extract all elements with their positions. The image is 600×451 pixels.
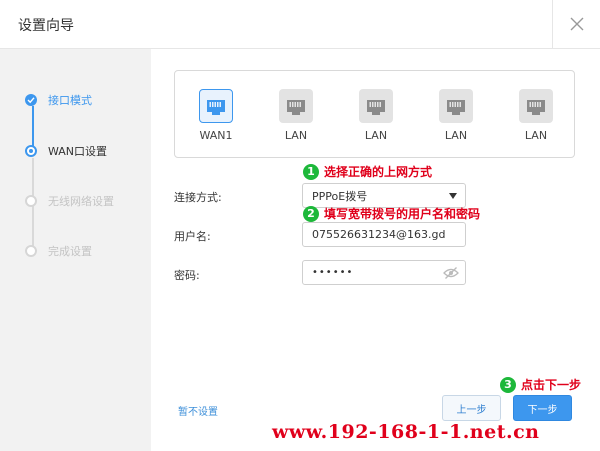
step-label: 完成设置 xyxy=(48,245,92,258)
step-label: 无线网络设置 xyxy=(48,195,114,208)
port-lan2[interactable]: LAN xyxy=(356,89,396,142)
close-button[interactable] xyxy=(552,0,600,48)
port-lan4[interactable]: LAN xyxy=(516,89,556,142)
annotation-text: 点击下一步 xyxy=(521,378,582,392)
password-input[interactable]: •••••• xyxy=(302,260,466,285)
step-wan-settings[interactable]: WAN口设置 xyxy=(25,143,107,159)
annotation-step-2: 2 填写宽带拨号的用户名和密码 xyxy=(303,205,480,222)
port-selector: WAN1 LAN LAN LAN LAN xyxy=(174,70,575,158)
port-label: LAN xyxy=(284,129,308,142)
step-label: 接口模式 xyxy=(48,94,92,107)
ethernet-port-icon xyxy=(199,89,233,123)
port-label: LAN xyxy=(364,129,388,142)
eye-hidden-icon[interactable] xyxy=(443,266,459,280)
password-label: 密码: xyxy=(174,269,200,282)
dropdown-arrow-icon xyxy=(449,193,457,199)
step-label: WAN口设置 xyxy=(48,145,108,158)
ethernet-port-icon xyxy=(439,89,473,123)
dialog-header: 设置向导 xyxy=(0,0,600,49)
current-step-icon xyxy=(25,145,37,157)
annotation-text: 选择正确的上网方式 xyxy=(324,165,433,179)
username-label: 用户名: xyxy=(174,230,211,243)
annotation-number: 1 xyxy=(303,163,319,180)
check-icon xyxy=(25,94,37,106)
port-label: WAN1 xyxy=(199,129,233,142)
ethernet-port-icon xyxy=(359,89,393,123)
annotation-number: 3 xyxy=(500,376,516,393)
close-icon xyxy=(570,17,584,31)
username-input[interactable]: 075526631234@163.gd xyxy=(302,222,466,247)
wizard-steps-sidebar: 接口模式 WAN口设置 无线网络设置 完成设置 xyxy=(0,49,151,451)
annotation-number: 2 xyxy=(303,205,319,222)
port-label: LAN xyxy=(524,129,548,142)
username-value: 075526631234@163.gd xyxy=(312,228,446,241)
port-lan3[interactable]: LAN xyxy=(436,89,476,142)
ethernet-port-icon xyxy=(519,89,553,123)
port-lan1[interactable]: LAN xyxy=(276,89,316,142)
step-finish: 完成设置 xyxy=(25,243,92,259)
next-step-button[interactable]: 下一步 xyxy=(513,395,572,421)
previous-step-button[interactable]: 上一步 xyxy=(442,395,501,421)
annotation-step-1: 1 选择正确的上网方式 xyxy=(303,163,432,180)
port-wan1[interactable]: WAN1 xyxy=(196,89,236,142)
step-wireless-settings: 无线网络设置 xyxy=(25,193,114,209)
setup-wizard-dialog: 设置向导 接口模式 WAN口设置 无线网络设置 完成设置 WAN1 LAN LA… xyxy=(0,0,600,451)
dialog-title: 设置向导 xyxy=(18,18,74,34)
port-label: LAN xyxy=(444,129,468,142)
password-value: •••••• xyxy=(312,267,354,278)
pending-step-icon xyxy=(25,245,37,257)
annotation-text: 填写宽带拨号的用户名和密码 xyxy=(324,207,481,221)
connection-type-value: PPPoE拨号 xyxy=(312,189,368,203)
annotation-step-3: 3 点击下一步 xyxy=(500,376,581,393)
ethernet-port-icon xyxy=(279,89,313,123)
connection-type-label: 连接方式: xyxy=(174,191,222,204)
step-interface-mode[interactable]: 接口模式 xyxy=(25,92,92,108)
skip-setup-link[interactable]: 暂不设置 xyxy=(178,403,218,418)
pending-step-icon xyxy=(25,195,37,207)
site-watermark: www.192-168-1-1.net.cn xyxy=(272,421,540,443)
